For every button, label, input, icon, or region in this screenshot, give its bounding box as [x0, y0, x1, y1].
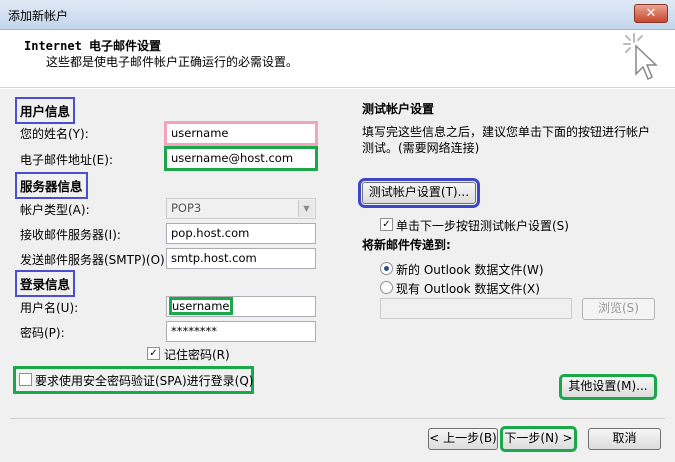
test-settings-description: 填写完这些信息之后，建议您单击下面的按钮进行帐户测试。(需要网络连接) [362, 125, 651, 155]
chevron-down-icon: ▼ [298, 200, 314, 217]
password-value: ******** [171, 324, 217, 338]
account-type-value: POP3 [171, 201, 202, 215]
window-title: 添加新帐户 [8, 9, 69, 23]
existing-pst-radio[interactable] [380, 281, 393, 294]
test-settings-heading: 测试帐户设置 [362, 102, 435, 116]
email-value: username@host.com [171, 151, 294, 165]
incoming-server-field[interactable]: pop.host.com [166, 223, 316, 244]
account-type-label: 帐户类型(A): [20, 203, 90, 217]
remember-password-checkbox[interactable]: ✓ [147, 347, 160, 360]
auto-test-label: 单击下一步按钮测试帐户设置(S) [396, 219, 569, 233]
name-label: 您的姓名(Y): [20, 127, 89, 141]
email-label: 电子邮件地址(E): [20, 153, 113, 167]
name-field[interactable]: username [164, 121, 318, 146]
username-value: username [169, 297, 233, 315]
existing-pst-label: 现有 Outlook 数据文件(X) [396, 282, 540, 296]
password-label: 密码(P): [20, 326, 65, 340]
email-field[interactable]: username@host.com [164, 146, 318, 171]
name-value: username [171, 126, 229, 140]
section-server-info: 服务器信息 [15, 172, 88, 199]
footer-divider [10, 418, 665, 419]
existing-pst-path-field[interactable] [380, 298, 572, 319]
checkmark-icon: ✓ [149, 348, 158, 359]
password-field[interactable]: ******** [166, 321, 316, 342]
outgoing-server-value: smtp.host.com [171, 251, 257, 265]
username-label: 用户名(U): [20, 301, 79, 315]
spa-option[interactable]: 要求使用安全密码验证(SPA)进行登录(Q) [13, 366, 254, 394]
auto-test-checkbox[interactable]: ✓ [380, 218, 393, 231]
account-type-select[interactable]: POP3 ▼ [166, 198, 316, 219]
checkmark-icon: ✓ [382, 219, 391, 230]
back-button[interactable]: < 上一步(B) [428, 428, 498, 450]
new-pst-label: 新的 Outlook 数据文件(W) [396, 263, 544, 277]
incoming-server-value: pop.host.com [171, 226, 250, 240]
section-user-info: 用户信息 [15, 97, 76, 124]
cursor-sparkle-icon [623, 33, 658, 81]
spa-checkbox[interactable] [19, 373, 32, 386]
incoming-server-label: 接收邮件服务器(I): [20, 228, 121, 242]
close-button[interactable]: ✕ [634, 4, 668, 23]
new-pst-radio[interactable] [380, 262, 393, 275]
spa-label: 要求使用安全密码验证(SPA)进行登录(Q) [35, 374, 254, 388]
cancel-button[interactable]: 取消 [588, 428, 661, 450]
outgoing-server-field[interactable]: smtp.host.com [166, 248, 316, 269]
page-subtitle: 这些都是使电子邮件帐户正确运行的必需设置。 [46, 55, 299, 69]
remember-password-label: 记住密码(R) [164, 348, 230, 362]
outgoing-server-label: 发送邮件服务器(SMTP)(O): [20, 253, 169, 267]
page-title: Internet 电子邮件设置 [24, 39, 162, 53]
section-login-info: 登录信息 [15, 270, 76, 297]
next-button[interactable]: 下一步(N) > [500, 426, 577, 452]
test-account-button[interactable]: 测试帐户设置(T)... [358, 178, 480, 208]
title-bar: 添加新帐户 ✕ [0, 0, 675, 30]
more-settings-button[interactable]: 其他设置(M)... [559, 374, 657, 400]
username-field[interactable]: username [166, 296, 316, 317]
deliver-label: 将新邮件传递到: [362, 238, 451, 252]
browse-button[interactable]: 浏览(S) [582, 298, 655, 320]
